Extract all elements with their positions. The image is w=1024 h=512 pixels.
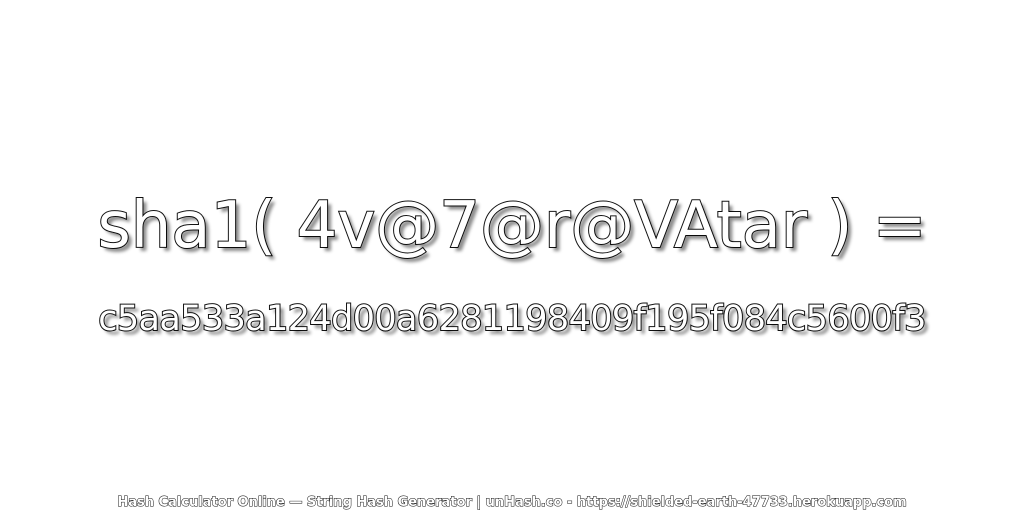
- footer-credit: Hash Calculator Online — String Hash Gen…: [117, 495, 907, 511]
- page: sha1( 4v@7@r@VAtar ) = c5aa533a124d00a62…: [0, 0, 1024, 512]
- hash-expression: sha1( 4v@7@r@VAtar ) =: [96, 188, 927, 264]
- hash-value: c5aa533a124d00a6281198409f195f084c5600f3: [97, 298, 927, 340]
